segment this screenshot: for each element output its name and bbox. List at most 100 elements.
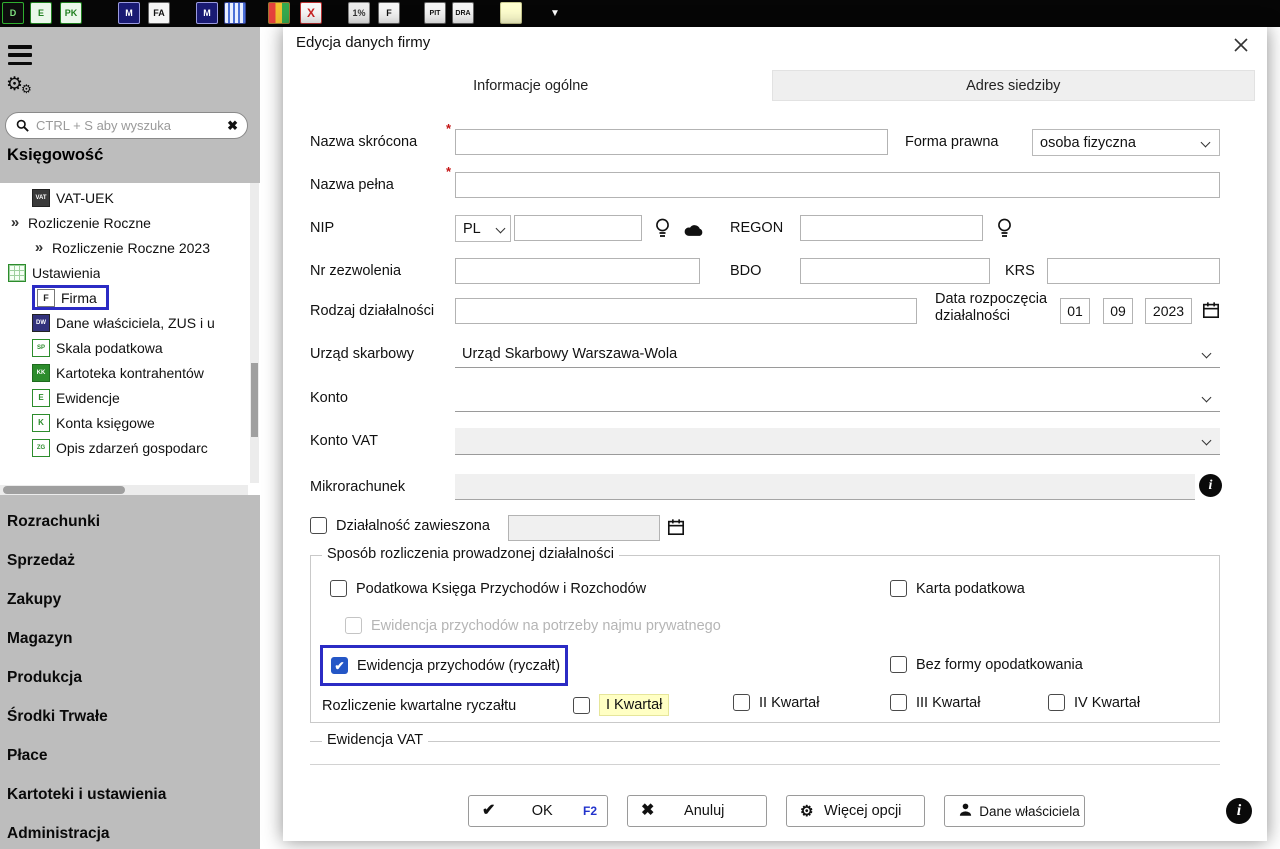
nip-country-select[interactable]: PL bbox=[455, 215, 511, 242]
toolbar-reports-icon[interactable] bbox=[268, 2, 290, 24]
nazwa-pelna-input[interactable] bbox=[455, 172, 1220, 198]
checkbox-box: ✔ bbox=[890, 694, 907, 711]
ryczalt-checkbox[interactable]: ✔ Ewidencja przychodów (ryczałt) bbox=[331, 657, 560, 674]
toolbar-m2-icon[interactable]: M bbox=[196, 2, 218, 24]
rodzaj-dzialalnosci-input[interactable] bbox=[455, 298, 917, 324]
zawieszenie-date-input[interactable] bbox=[508, 515, 660, 541]
tab-informacje-ogolne[interactable]: Informacje ogólne bbox=[290, 70, 772, 101]
tree-item-kartoteka-kontrahentow[interactable]: KK Kartoteka kontrahentów bbox=[32, 360, 204, 385]
tree-item-ewidencje[interactable]: E Ewidencje bbox=[32, 385, 120, 410]
checkbox-label: II Kwartał bbox=[759, 695, 819, 711]
sidebar-item-kartoteki-i-ustawienia[interactable]: Kartoteki i ustawienia bbox=[7, 786, 166, 804]
tree-horizontal-scrollbar[interactable] bbox=[0, 485, 248, 495]
start-date-day-input[interactable]: 01 bbox=[1060, 298, 1090, 324]
toolbar-d-icon[interactable]: D bbox=[2, 2, 24, 24]
toolbar-percent-icon[interactable]: 1% bbox=[348, 2, 370, 24]
tree-vertical-scrollbar-thumb[interactable] bbox=[251, 363, 258, 437]
mikrorachunek-info-icon[interactable]: i bbox=[1199, 474, 1222, 497]
tree-vertical-scrollbar[interactable] bbox=[250, 183, 259, 483]
tree-item-label: Rozliczenie Roczne 2023 bbox=[52, 240, 210, 256]
tree-item-rozliczenie-roczne[interactable]: » Rozliczenie Roczne bbox=[8, 210, 151, 235]
calendar-icon[interactable] bbox=[1201, 300, 1221, 320]
checkbox-label: Podatkowa Księga Przychodów i Rozchodów bbox=[356, 581, 646, 597]
info-button[interactable]: i bbox=[1226, 798, 1252, 824]
start-date-month-input[interactable]: 09 bbox=[1103, 298, 1133, 324]
regon-input[interactable] bbox=[800, 215, 983, 241]
checkbox-label: IV Kwartał bbox=[1074, 695, 1140, 711]
konto-select[interactable] bbox=[455, 385, 1220, 412]
owner-data-button[interactable]: Dane właściciela bbox=[944, 795, 1085, 827]
toolbar-dra-icon[interactable]: DRA bbox=[452, 2, 474, 24]
sidebar-item-zakupy[interactable]: Zakupy bbox=[7, 591, 61, 609]
urzad-skarbowy-select[interactable]: Urząd Skarbowy Warszawa-Wola bbox=[455, 341, 1220, 368]
bdo-input[interactable] bbox=[800, 258, 990, 284]
bez-formy-checkbox[interactable]: ✔ Bez formy opodatkowania bbox=[890, 656, 1083, 673]
krs-input[interactable] bbox=[1047, 258, 1220, 284]
hamburger-menu-icon[interactable] bbox=[8, 45, 32, 65]
toolbar-ewidencja-icon[interactable]: E bbox=[30, 2, 52, 24]
sidebar-item-produkcja[interactable]: Produkcja bbox=[7, 669, 82, 687]
ewidencja-vat-legend: Ewidencja VAT bbox=[322, 732, 428, 748]
calendar-icon[interactable] bbox=[666, 517, 686, 537]
toolbar-dropdown-icon[interactable]: ▼ bbox=[544, 2, 566, 24]
sidebar-item-rozrachunki[interactable]: Rozrachunki bbox=[7, 513, 100, 531]
tree-item-ustawienia[interactable]: Ustawienia bbox=[8, 260, 100, 285]
sidebar-item-administracja[interactable]: Administracja bbox=[7, 825, 110, 843]
start-date-year-input[interactable]: 2023 bbox=[1145, 298, 1192, 324]
firma-icon: F bbox=[37, 289, 55, 307]
section-title-ksiegowosc[interactable]: Księgowość bbox=[7, 146, 103, 165]
tree-item-firma[interactable]: F Firma bbox=[32, 285, 109, 310]
close-icon[interactable] bbox=[1231, 35, 1251, 55]
regon-bulb-icon[interactable] bbox=[995, 217, 1013, 240]
toolbar-ruler-icon[interactable] bbox=[224, 2, 246, 24]
data-rozpoczecia-label: Data rozpoczęcia działalności bbox=[935, 291, 1047, 325]
nazwa-skrocona-input[interactable] bbox=[455, 129, 888, 155]
q4-checkbox[interactable]: ✔ IV Kwartał bbox=[1048, 694, 1140, 711]
sidebar-item-sprzedaz[interactable]: Sprzedaż bbox=[7, 552, 75, 570]
toolbar-m-icon[interactable]: M bbox=[118, 2, 140, 24]
mikrorachunek-input[interactable] bbox=[455, 474, 1195, 500]
checkbox-box: ✔ bbox=[733, 694, 750, 711]
cancel-button[interactable]: ✖ Anuluj bbox=[627, 795, 767, 827]
dzialalnosc-zawieszona-checkbox[interactable]: ✔ Działalność zawieszona bbox=[310, 517, 490, 534]
toolbar-fa-icon[interactable]: FA bbox=[148, 2, 170, 24]
forma-prawna-select[interactable]: osoba fizyczna bbox=[1032, 129, 1220, 156]
nip-bulb-icon[interactable] bbox=[653, 217, 671, 240]
tree-item-dane-wlasciciela[interactable]: DW Dane właściciela, ZUS i u bbox=[32, 310, 215, 335]
toolbar-f-doc-icon[interactable]: F bbox=[378, 2, 400, 24]
sidebar-item-magazyn[interactable]: Magazyn bbox=[7, 630, 72, 648]
search-input[interactable] bbox=[36, 118, 221, 133]
ok-button[interactable]: ✔ OK F2 bbox=[468, 795, 608, 827]
q1-checkbox[interactable]: ✔ I Kwartał bbox=[573, 694, 669, 716]
konto-vat-select[interactable] bbox=[455, 428, 1220, 455]
q3-checkbox[interactable]: ✔ III Kwartał bbox=[890, 694, 980, 711]
sidebar-item-place[interactable]: Płace bbox=[7, 747, 48, 765]
required-mark: * bbox=[446, 121, 451, 136]
tree-item-skala-podatkowa[interactable]: SP Skala podatkowa bbox=[32, 335, 163, 360]
cloud-download-icon[interactable] bbox=[681, 221, 704, 238]
najem-prywatny-checkbox[interactable]: ✔ Ewidencja przychodów na potrzeby najmu… bbox=[345, 617, 721, 634]
checkbox-label: I Kwartał bbox=[599, 694, 669, 716]
tree-item-vat-uek[interactable]: VAT VAT-UEK bbox=[32, 185, 114, 210]
tree-item-opis-zdarzen[interactable]: ZG Opis zdarzeń gospodarc bbox=[32, 435, 208, 460]
karta-podatkowa-checkbox[interactable]: ✔ Karta podatkowa bbox=[890, 580, 1025, 597]
tab-adres-siedziby[interactable]: Adres siedziby bbox=[772, 70, 1256, 101]
tree-item-konta-ksiegowe[interactable]: K Konta księgowe bbox=[32, 410, 155, 435]
kpir-checkbox[interactable]: ✔ Podatkowa Księga Przychodów i Rozchodó… bbox=[330, 580, 646, 597]
q2-checkbox[interactable]: ✔ II Kwartał bbox=[733, 694, 819, 711]
toolbar-excel-export-icon[interactable]: X bbox=[300, 2, 322, 24]
toolbar-pit-icon[interactable]: PIT bbox=[424, 2, 446, 24]
nr-zezwolenia-input[interactable] bbox=[455, 258, 700, 284]
sidebar-item-srodki-trwale[interactable]: Środki Trwałe bbox=[7, 708, 108, 726]
konta-ksiegowe-icon: K bbox=[32, 414, 50, 432]
more-options-button[interactable]: ⚙ Więcej opcji bbox=[786, 795, 925, 827]
opis-zdarzen-icon: ZG bbox=[32, 439, 50, 457]
toolbar-pk-icon[interactable]: PK bbox=[60, 2, 82, 24]
clear-search-icon[interactable]: ✖ bbox=[227, 119, 238, 132]
tree-item-rozliczenie-roczne-2023[interactable]: » Rozliczenie Roczne 2023 bbox=[32, 235, 210, 260]
tree-horizontal-scrollbar-thumb[interactable] bbox=[3, 486, 125, 494]
toolbar-note-icon[interactable] bbox=[500, 2, 522, 24]
settings-gears-icon[interactable]: ⚙ ⚙ bbox=[6, 73, 40, 101]
nip-input[interactable] bbox=[514, 215, 642, 241]
person-icon bbox=[958, 802, 973, 821]
